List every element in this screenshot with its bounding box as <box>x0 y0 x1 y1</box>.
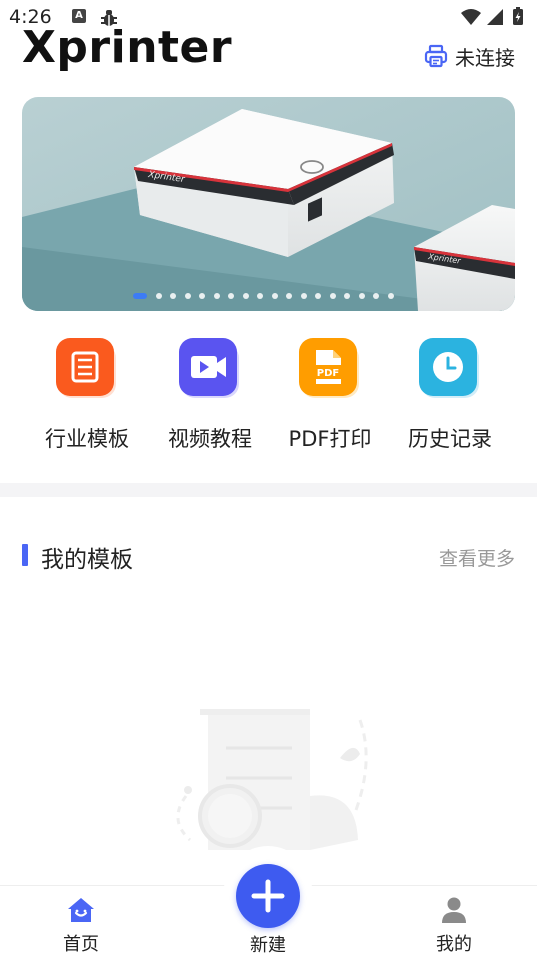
quick-action-video-tutorials[interactable]: 视频教程 <box>150 338 270 453</box>
carousel-dot[interactable] <box>170 293 176 299</box>
carousel-dot[interactable] <box>242 293 249 299</box>
pdf-icon: PDF <box>299 338 361 400</box>
section-divider <box>0 483 537 497</box>
carousel-dot[interactable] <box>228 293 234 299</box>
quick-action-industry-templates[interactable]: 行业模板 <box>27 338 147 453</box>
system-status-icons <box>461 7 523 25</box>
carousel-dot[interactable] <box>213 293 220 299</box>
carousel-dot[interactable] <box>344 293 350 299</box>
connect-status-label: 未连接 <box>455 45 515 70</box>
my-templates-title: 我的模板 <box>41 547 133 573</box>
pdf-icon-text: PDF <box>317 368 339 379</box>
carousel-dot[interactable] <box>315 293 321 299</box>
tab-home[interactable]: 首页 <box>31 896 131 956</box>
template-list-icon <box>56 338 118 400</box>
carousel-dot[interactable] <box>329 293 336 299</box>
printer-icon <box>424 44 448 68</box>
tab-label: 我的 <box>436 934 472 955</box>
carousel-dot[interactable] <box>199 293 205 299</box>
wifi-icon <box>461 9 481 25</box>
quick-action-pdf-print[interactable]: PDF PDF打印 <box>270 338 390 453</box>
tab-label: 首页 <box>63 934 99 955</box>
carousel-dot[interactable] <box>358 293 365 299</box>
quick-action-label: 行业模板 <box>45 427 129 451</box>
signal-icon <box>487 9 503 25</box>
banner-carousel[interactable]: Xprinter Xprinter <box>22 97 515 311</box>
app-title: Xprinter <box>22 22 233 73</box>
quick-action-label: 视频教程 <box>168 427 252 451</box>
carousel-page-indicator <box>133 293 402 299</box>
carousel-dot[interactable] <box>286 293 292 299</box>
carousel-dot-active[interactable] <box>133 293 147 299</box>
tab-label-new[interactable]: 新建 <box>218 931 318 957</box>
printer-banner-image: Xprinter Xprinter <box>22 97 515 311</box>
keyboard-a-icon: A <box>72 9 86 23</box>
quick-action-label: PDF打印 <box>288 427 372 451</box>
carousel-dot[interactable] <box>387 293 394 299</box>
view-more-link[interactable]: 查看更多 <box>439 544 515 571</box>
plus-icon <box>251 879 285 913</box>
quick-action-history[interactable]: 历史记录 <box>390 338 510 453</box>
carousel-dot[interactable] <box>271 293 278 299</box>
carousel-dot[interactable] <box>300 293 307 299</box>
home-icon <box>68 898 94 922</box>
printer-connect-button[interactable]: 未连接 <box>423 42 515 70</box>
tab-mine[interactable]: 我的 <box>404 896 504 956</box>
section-accent-bar <box>22 544 28 566</box>
carousel-dot[interactable] <box>373 293 379 299</box>
carousel-dot[interactable] <box>257 293 263 299</box>
user-icon <box>442 897 466 923</box>
new-label-fab-button[interactable] <box>236 864 300 928</box>
quick-action-label: 历史记录 <box>408 427 492 451</box>
video-icon <box>179 338 241 400</box>
carousel-dot[interactable] <box>184 293 191 299</box>
battery-charging-icon <box>513 7 523 25</box>
carousel-dot[interactable] <box>155 293 162 299</box>
clock-icon <box>419 338 481 400</box>
